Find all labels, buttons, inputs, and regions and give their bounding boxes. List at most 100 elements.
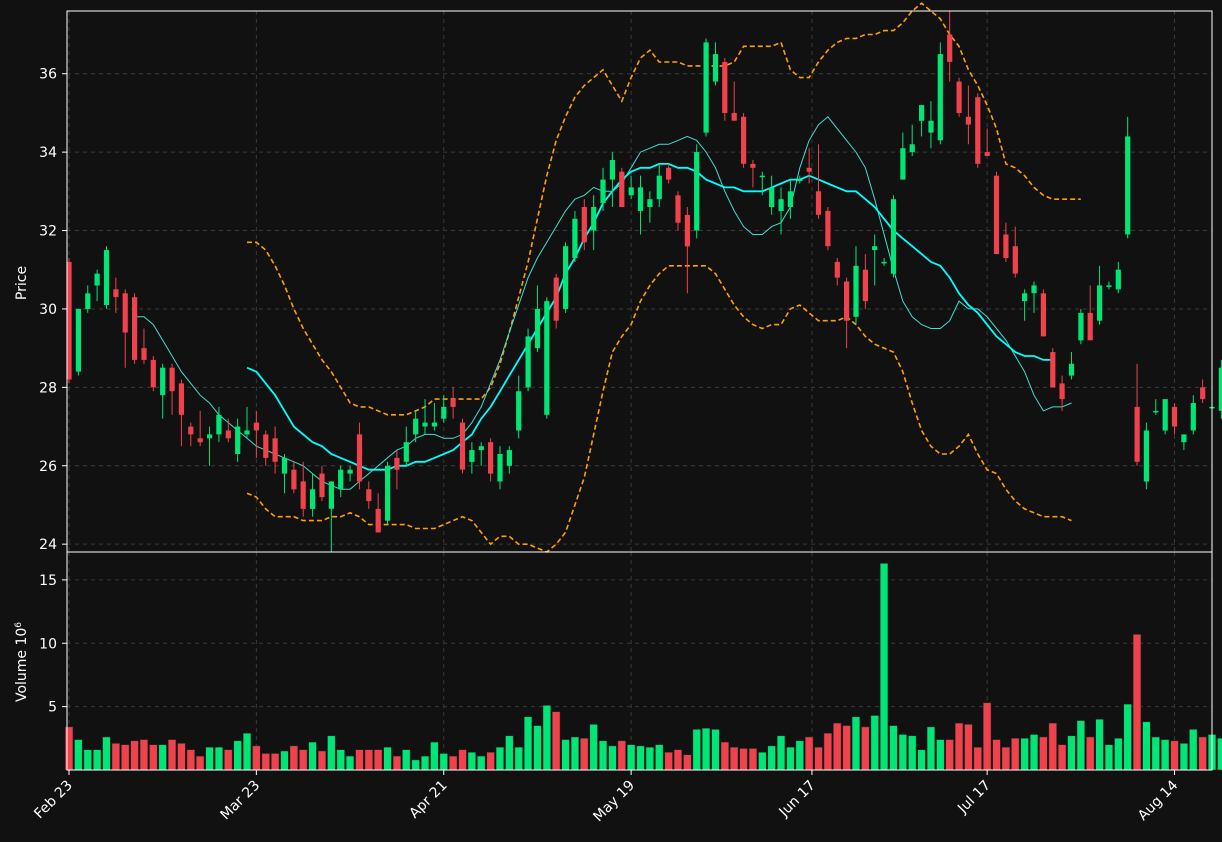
- volume-bar: [954, 722, 964, 771]
- candle-body: [797, 179, 803, 182]
- candle-body: [1143, 430, 1149, 482]
- volume-bar: [655, 744, 664, 771]
- volume-bar: [214, 746, 224, 771]
- price-y-tick-label: 28: [39, 380, 57, 396]
- candle-body: [188, 426, 194, 435]
- volume-bar: [439, 753, 448, 771]
- candle-body: [1125, 136, 1131, 235]
- candle-body: [450, 399, 456, 407]
- volume-bar: [542, 705, 551, 771]
- candle-body: [806, 167, 812, 172]
- volume-bar: [121, 744, 130, 771]
- candle-body: [422, 422, 428, 427]
- volume-bar: [983, 702, 992, 771]
- volume-bar: [111, 743, 120, 771]
- candle-body: [1068, 363, 1075, 376]
- volume-bar: [411, 759, 420, 771]
- candle-body: [1040, 293, 1046, 337]
- candle-body: [1059, 383, 1065, 400]
- volume-bar: [1198, 736, 1207, 771]
- candle-body: [113, 289, 119, 298]
- volume-bar: [598, 740, 608, 771]
- volume-bar: [1020, 738, 1029, 771]
- volume-bar: [64, 726, 74, 771]
- candle-body: [459, 422, 466, 470]
- volume-bar: [1067, 735, 1076, 771]
- candle-body: [1115, 269, 1121, 290]
- candle-body: [1171, 406, 1178, 427]
- candle-body: [1200, 387, 1206, 400]
- candle-body: [469, 450, 475, 462]
- candle-body: [506, 450, 512, 466]
- candle-body: [666, 167, 672, 180]
- volume-bar: [1039, 736, 1048, 771]
- volume-bar: [945, 739, 954, 771]
- volume-bar: [1095, 719, 1104, 771]
- candle-body: [553, 277, 559, 321]
- volume-bar: [1104, 744, 1114, 771]
- volume-bar: [242, 732, 252, 771]
- candle-body: [281, 457, 288, 474]
- volume-bar: [271, 753, 280, 771]
- volume-bar: [1142, 721, 1151, 771]
- candle-body: [488, 442, 494, 474]
- volume-bar: [711, 729, 720, 771]
- candle-body: [600, 179, 606, 204]
- candle-body: [956, 81, 962, 113]
- volume-bar: [477, 755, 486, 771]
- volume-bar: [795, 740, 804, 771]
- candle-body: [497, 454, 503, 482]
- volume-bar: [908, 735, 917, 771]
- volume-bar: [486, 752, 495, 771]
- candle-body: [1190, 403, 1196, 431]
- candle-body: [1153, 410, 1159, 413]
- candle-body: [516, 391, 522, 431]
- volume-bar: [767, 745, 776, 771]
- price-y-tick-label: 34: [39, 145, 57, 161]
- volume-bar: [889, 725, 898, 771]
- candle-body: [853, 265, 859, 317]
- volume-bar: [805, 736, 814, 771]
- volume-bar: [280, 750, 289, 771]
- volume-bar: [355, 749, 364, 771]
- price-y-tick-label: 26: [39, 459, 57, 475]
- volume-bar: [336, 749, 345, 771]
- candle-body: [544, 301, 550, 415]
- volume-bar: [1217, 738, 1222, 771]
- volume-bar: [186, 749, 195, 771]
- volume-bar: [93, 749, 102, 771]
- volume-bar: [561, 739, 570, 771]
- price-axis-label: Price: [14, 266, 30, 300]
- volume-bar: [814, 746, 823, 771]
- volume-bar: [139, 739, 149, 771]
- candle-body: [225, 430, 231, 439]
- volume-bar: [552, 711, 561, 771]
- candle-body: [347, 469, 353, 474]
- volume-bar: [495, 746, 505, 771]
- candle-body: [132, 297, 138, 360]
- volume-bar: [720, 741, 729, 771]
- candle-body: [263, 434, 269, 458]
- candle-body: [525, 336, 531, 388]
- volume-bar: [167, 739, 177, 771]
- volume-bar: [776, 735, 786, 771]
- candle-body: [1031, 285, 1037, 294]
- volume-bar: [1189, 729, 1198, 771]
- price-y-tick-label: 30: [39, 302, 57, 318]
- candle-body: [291, 469, 297, 490]
- candle-body: [431, 422, 437, 427]
- volume-bar: [430, 741, 439, 771]
- volume-bar: [317, 750, 327, 771]
- candle-body: [338, 469, 344, 490]
- candle-body: [675, 195, 681, 223]
- volume-bar: [870, 715, 879, 771]
- volume-bar: [149, 744, 158, 771]
- volume-bar: [608, 745, 617, 771]
- candle-body: [122, 293, 128, 333]
- volume-bar: [449, 755, 458, 771]
- candle-body: [366, 489, 372, 502]
- volume-bar: [1161, 739, 1170, 771]
- candle-body: [478, 446, 484, 451]
- volume-bar: [570, 736, 580, 771]
- volume-bar: [701, 727, 711, 771]
